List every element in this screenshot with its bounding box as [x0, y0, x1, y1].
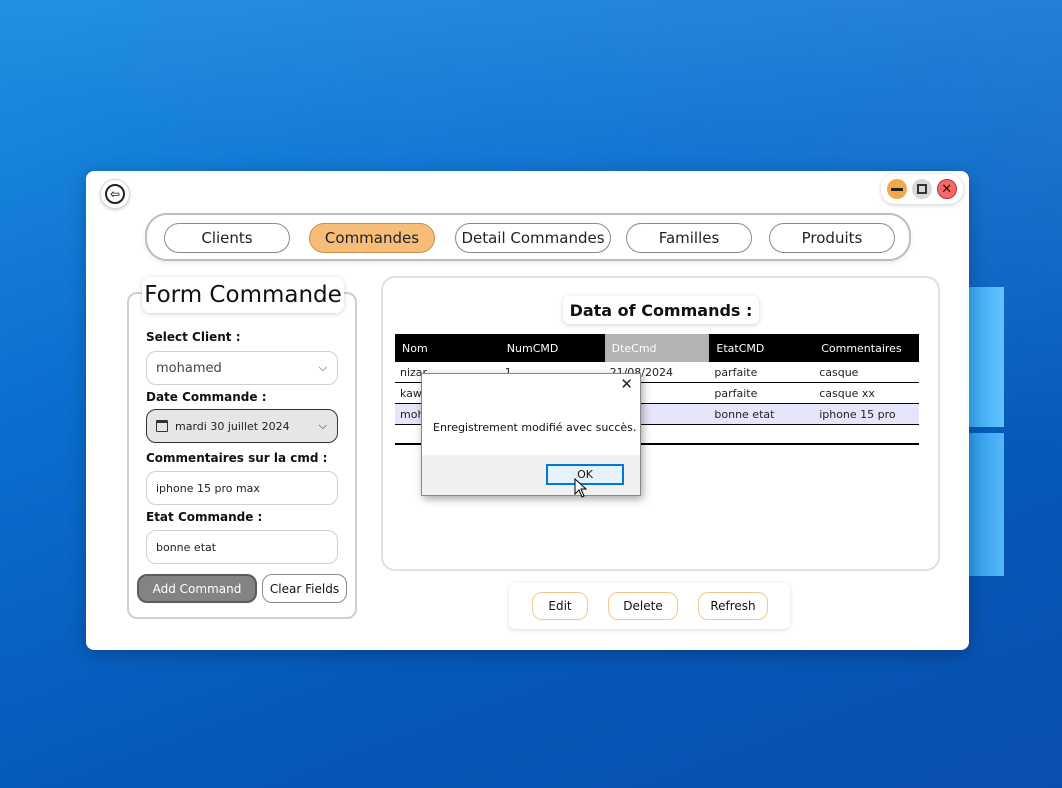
column-header[interactable]: Nom [395, 334, 500, 362]
refresh-button[interactable]: Refresh [698, 592, 768, 620]
maximize-icon [916, 184, 927, 194]
column-header[interactable]: Commentaires [814, 334, 919, 362]
date-picker[interactable]: mardi 30 juillet 2024 ⌵ [146, 409, 338, 443]
date-label: Date Commande : [146, 390, 267, 404]
state-field[interactable]: bonne etat [146, 530, 338, 564]
close-icon: ✕ [941, 181, 953, 197]
client-select[interactable]: mohamed ⌵ [146, 351, 338, 385]
table-cell: casque xx [819, 386, 875, 400]
maximize-button[interactable] [911, 179, 932, 199]
client-select-value: mohamed [156, 360, 222, 376]
close-button[interactable]: ✕ [936, 179, 957, 199]
state-label: Etat Commande : [146, 510, 263, 524]
grid-header: Nom NumCMD DteCmd EtatCMD Commentaires [395, 334, 919, 362]
table-cell: parfaite [714, 365, 758, 379]
nav-bar: Clients Commandes Detail Commandes Famil… [145, 213, 911, 261]
data-title: Data of Commands : [563, 296, 759, 324]
windows-logo-pane [968, 287, 1004, 427]
calendar-icon [156, 420, 168, 432]
action-bar: Edit Delete Refresh [509, 583, 790, 629]
message-dialog: ✕ Enregistrement modifié avec succès. OK [421, 373, 641, 496]
form-title: Form Commande [142, 277, 344, 313]
window-controls: ✕ [881, 174, 963, 204]
tab-clients[interactable]: Clients [164, 223, 290, 253]
delete-button[interactable]: Delete [608, 592, 678, 620]
minimize-icon [891, 187, 904, 191]
column-header[interactable]: EtatCMD [709, 334, 814, 362]
column-header[interactable]: NumCMD [500, 334, 605, 362]
dialog-message: Enregistrement modifié avec succès. [433, 421, 637, 434]
mouse-cursor-icon [574, 478, 588, 498]
comment-label: Commentaires sur la cmd : [146, 451, 328, 465]
tab-produits[interactable]: Produits [769, 223, 895, 253]
minimize-button[interactable] [887, 179, 908, 199]
table-cell: casque [819, 365, 859, 379]
clear-fields-button[interactable]: Clear Fields [262, 574, 347, 603]
back-arrow-icon: ⇦ [105, 184, 125, 204]
table-cell: bonne etat [714, 407, 775, 421]
chevron-down-icon: ⌵ [318, 419, 327, 432]
add-command-button[interactable]: Add Command [137, 574, 257, 603]
dialog-close-icon[interactable]: ✕ [620, 377, 633, 392]
tab-familles[interactable]: Familles [626, 223, 752, 253]
edit-button[interactable]: Edit [532, 592, 588, 620]
table-cell: parfaite [714, 386, 758, 400]
chevron-down-icon: ⌵ [318, 361, 327, 374]
date-picker-value: mardi 30 juillet 2024 [175, 419, 290, 433]
tab-detail-commandes[interactable]: Detail Commandes [455, 223, 611, 253]
state-field-value: bonne etat [156, 540, 217, 554]
column-header[interactable]: DteCmd [604, 334, 710, 362]
dialog-footer: OK [422, 455, 640, 495]
client-label: Select Client : [146, 330, 241, 344]
tab-commandes[interactable]: Commandes [309, 223, 435, 253]
windows-logo-pane [968, 433, 1004, 576]
back-button[interactable]: ⇦ [100, 179, 130, 209]
comment-field-value: iphone 15 pro max [156, 481, 260, 495]
comment-field[interactable]: iphone 15 pro max [146, 471, 338, 505]
table-cell: iphone 15 pro [819, 407, 896, 421]
